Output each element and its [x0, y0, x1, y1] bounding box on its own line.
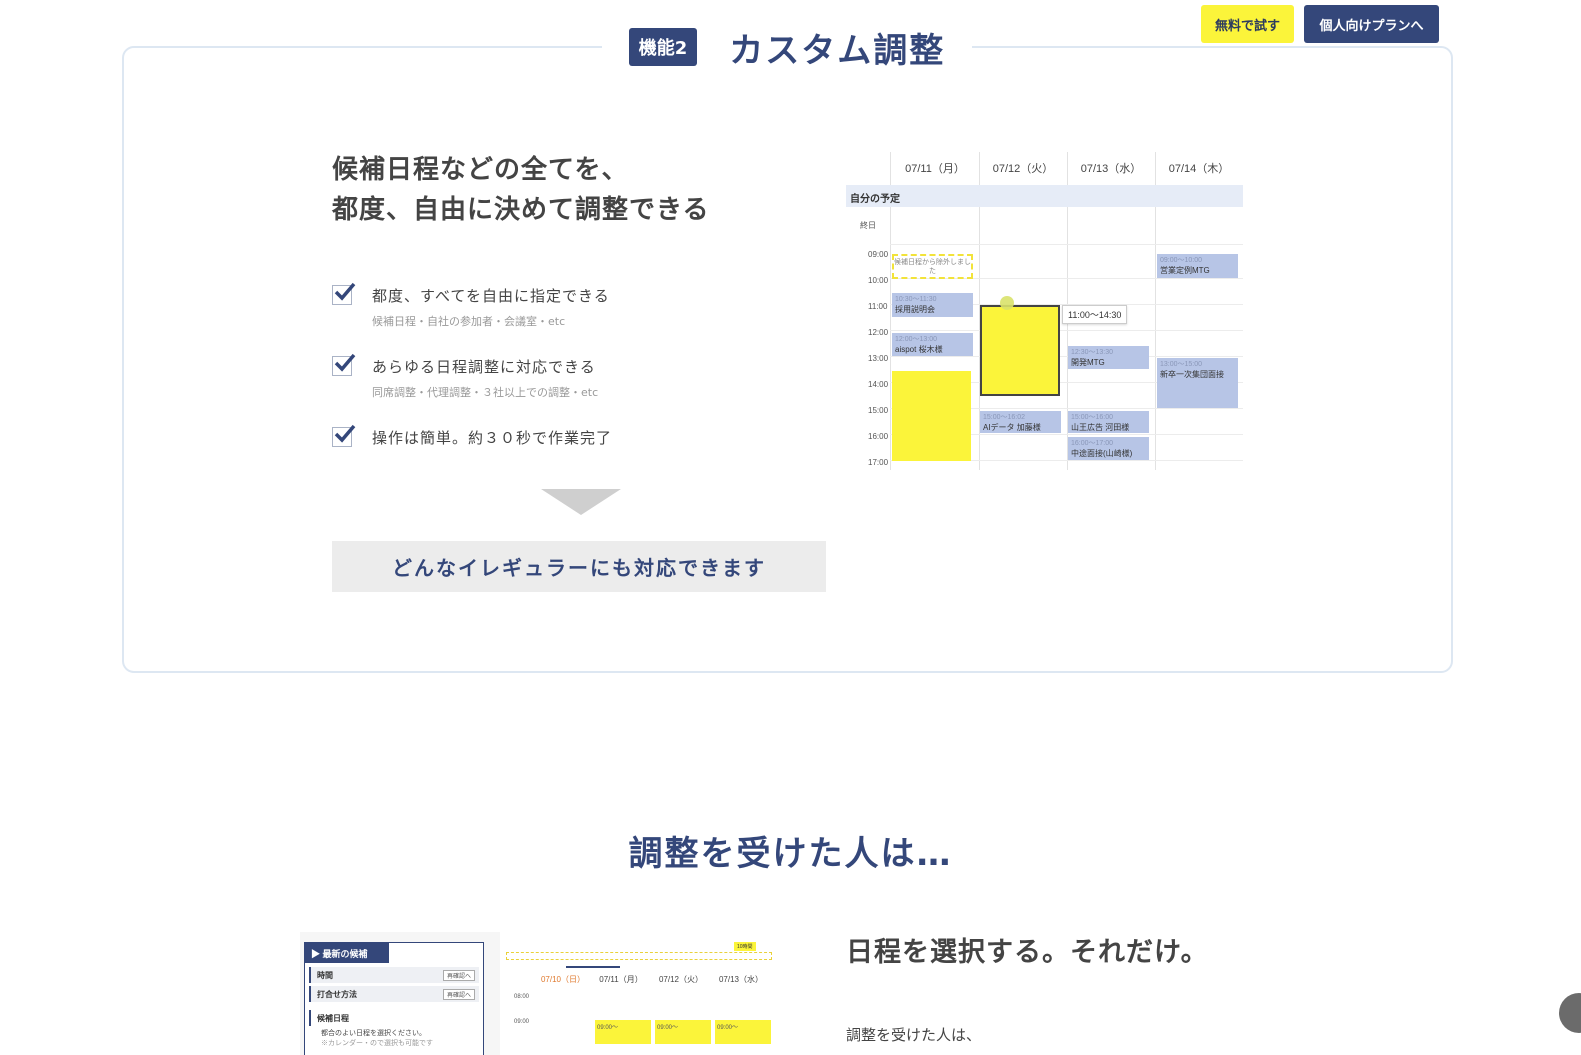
calendar-event[interactable]: 09:00〜10:00 営業定例MTG: [1157, 254, 1238, 278]
note-text: ※カレンダー・ので選択も可能です: [321, 1040, 433, 1047]
calendar-day-header: 07/14（木）: [1168, 163, 1230, 175]
section-lead: 日程を選択する。それだけ。: [846, 937, 1209, 968]
candidate-panel: ▶ 最新の候補 時間 再確認へ 打合せ方法 再確認へ 候補日程 都合のよい日程を選択…: [304, 942, 484, 1055]
feature-header: 機能2 カスタム調整: [602, 24, 972, 71]
drag-handle-icon[interactable]: [1000, 296, 1014, 310]
calendar-day-header: 07/12（火）: [992, 163, 1054, 175]
calendar-day-header[interactable]: 07/13（水）: [712, 974, 770, 985]
week-underline: [566, 966, 620, 968]
feature-lead-line1: 候補日程などの全てを、: [332, 155, 629, 185]
personal-plan-button[interactable]: 個人向けプランへ: [1304, 5, 1439, 43]
calendar-day-header[interactable]: 07/11（月）: [592, 974, 650, 985]
candidate-slot[interactable]: 09:00〜: [655, 1020, 711, 1044]
calendar-event[interactable]: 13:00〜15:00 新卒一次集団面接: [1157, 358, 1238, 408]
down-arrow-icon: [541, 489, 621, 515]
feature-item-sub: 同席調整・代理調整・３社以上での調整・etc: [372, 386, 599, 399]
calendar-mock: 07/11（月） 07/12（火） 07/13（水） 07/14（木） 自分の予…: [846, 152, 1243, 470]
feature-lead-line2: 都度、自由に決めて調整できる: [332, 195, 710, 225]
feature-item-title: 都度、すべてを自由に指定できる: [372, 287, 610, 305]
candidate-row: 候補日程: [309, 1010, 479, 1026]
method-row[interactable]: 打合せ方法 再確認へ: [309, 986, 479, 1002]
calendar-day-header[interactable]: 07/10（日）: [534, 974, 592, 985]
time-label: 09:00: [868, 250, 889, 259]
time-label: 14:00: [868, 380, 889, 389]
time-label: 09:00: [514, 1019, 530, 1025]
time-row[interactable]: 時間 再確認へ: [309, 967, 479, 983]
section-body: 調整を受けた人は、: [846, 1026, 982, 1044]
time-label: 11:00: [868, 302, 888, 311]
time-label: 08:00: [514, 994, 530, 1000]
panel-title: ▶ 最新の候補: [305, 943, 389, 963]
calendar-event[interactable]: 12:00〜13:00 aispot 桜木様: [892, 333, 973, 356]
calendar-day-header: 07/13（水）: [1080, 163, 1142, 175]
candidate-slot[interactable]: [892, 371, 971, 461]
checkbox-checked-icon: [332, 424, 356, 447]
invitee-mock: ▶ 最新の候補 時間 再確認へ 打合せ方法 再確認へ 候補日程 都合のよい日程を選択…: [300, 932, 776, 1055]
invitee-calendar: 10時間 07/10（日） 07/11（月） 07/12（火） 07/13（水）…: [500, 932, 776, 1055]
time-ruler[interactable]: [506, 952, 772, 960]
try-free-button[interactable]: 無料で試す: [1201, 5, 1294, 43]
feature-title: カスタム調整: [729, 30, 946, 71]
time-label: 12:00: [868, 328, 889, 337]
my-schedule-row: 自分の予定: [846, 185, 1243, 207]
chat-widget-button[interactable]: [1559, 993, 1581, 1033]
time-label: 15:00: [868, 406, 889, 415]
reconfirm-button[interactable]: 再確認へ: [442, 970, 475, 981]
selected-candidate-slot[interactable]: [980, 305, 1060, 396]
all-day-label: 終日: [860, 221, 876, 230]
calendar-event[interactable]: 15:00〜16:00 山王広告 河田様: [1068, 411, 1149, 433]
candidate-slot[interactable]: 09:00〜: [715, 1020, 771, 1044]
checkbox-checked-icon: [332, 353, 356, 376]
feature-badge: 機能2: [628, 28, 698, 66]
selection-tooltip: 11:00〜14:30: [1062, 305, 1128, 324]
checkbox-checked-icon: [332, 282, 356, 305]
time-label: 13:00: [868, 354, 889, 363]
reconfirm-button[interactable]: 再確認へ: [442, 989, 475, 1000]
excluded-candidate[interactable]: 候補日程から除外しました: [892, 254, 973, 279]
irregular-banner: どんなイレギュラーにも対応できます: [332, 541, 826, 592]
candidate-slot[interactable]: 09:00〜: [595, 1020, 651, 1044]
ruler-badge: 10時間: [734, 942, 756, 951]
time-label: 17:00: [868, 458, 889, 467]
feature-lead: 候補日程などの全てを、 都度、自由に決めて調整できる: [332, 150, 709, 230]
calendar-event[interactable]: 12:30〜13:30 開発MTG: [1068, 346, 1149, 369]
time-label: 16:00: [868, 432, 889, 441]
feature-item-title: 操作は簡単。約３０秒で作業完了: [372, 429, 613, 447]
feature-item-title: あらゆる日程調整に対応できる: [372, 358, 596, 376]
calendar-event[interactable]: 16:00〜17:00 中途面接(山崎様): [1068, 437, 1149, 460]
instruction-text: 都合のよい日程を選択ください。: [321, 1030, 426, 1037]
calendar-event[interactable]: 10:30〜11:30 採用説明会: [892, 293, 973, 317]
calendar-day-header: 07/11（月）: [905, 163, 965, 175]
feature-item-sub: 候補日程・自社の参加者・会議室・etc: [372, 315, 566, 328]
calendar-day-header[interactable]: 07/12（火）: [652, 974, 710, 985]
section-title: 調整を受けた人は…: [628, 834, 953, 874]
time-label: 10:00: [868, 276, 889, 285]
calendar-event[interactable]: 15:00〜16:02 AIデータ 加藤様: [980, 411, 1061, 433]
